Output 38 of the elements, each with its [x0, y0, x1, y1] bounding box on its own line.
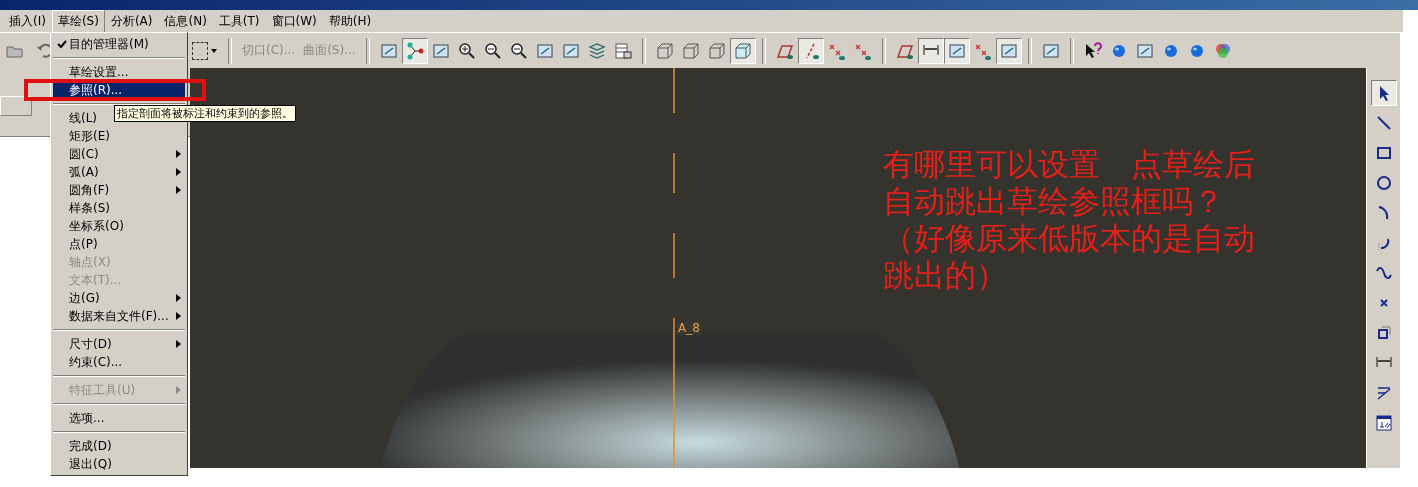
menu-item[interactable]: 约束(C)...	[53, 353, 185, 371]
menu-item[interactable]: 圆(C)	[53, 145, 185, 163]
refit-icon	[508, 40, 529, 61]
panel-button[interactable]	[0, 96, 32, 116]
menu-item[interactable]: 边(G)	[53, 289, 185, 307]
menu-item[interactable]: 退出(Q)	[53, 455, 185, 473]
menu-item[interactable]: 窗口(W)	[265, 9, 323, 33]
menu-item[interactable]: 数据来自文件(F)...	[53, 307, 185, 325]
layers-icon	[586, 40, 607, 61]
shaded-cube-icon	[732, 40, 753, 61]
menu-item[interactable]: 弧(A)	[53, 163, 185, 181]
constraint-icon	[1373, 413, 1394, 433]
hidden-line-cube-icon	[680, 40, 701, 61]
zoom-in-icon	[456, 40, 477, 61]
menu-item[interactable]: 尺寸(D)	[53, 335, 185, 353]
no-hidden-cube-icon	[706, 40, 727, 61]
menu-item[interactable]: 帮助(H)	[322, 9, 378, 33]
wireframe-cube-icon	[654, 40, 675, 61]
menu-item[interactable]: 目的管理器(M)	[53, 35, 185, 53]
table-icon	[612, 40, 633, 61]
toolbar-button[interactable]	[917, 37, 944, 64]
menu-item[interactable]: 坐标系(O)	[53, 217, 185, 235]
annotation-text: 有哪里可以设置 点草绘后 自动跳出草绘参照框吗？ （好像原来低版本的是自动 跳出的）	[883, 146, 1255, 294]
menu-item[interactable]: 点(P)	[53, 235, 185, 253]
menu-item[interactable]: 选项...	[53, 409, 185, 427]
axis-label: A_8	[676, 321, 702, 335]
menu-item[interactable]: 样条(S)	[53, 199, 185, 217]
tooltip: 指定剖面将被标注和约束到的参照。	[114, 105, 296, 122]
menu-item[interactable]: 圆角(F)	[53, 181, 185, 199]
menu-item[interactable]: 矩形(E)	[53, 127, 185, 145]
menu-item[interactable]: 分析(A)	[104, 9, 159, 33]
menu-item[interactable]: 工具(T)	[212, 9, 266, 33]
menu-item[interactable]: 草绘设置...	[53, 63, 185, 81]
menu-item[interactable]: 插入(I)	[3, 9, 52, 33]
menu-item[interactable]: 完成(D)	[53, 437, 185, 455]
sketch-tool-button[interactable]	[1370, 80, 1397, 106]
zoom-out-icon	[482, 40, 503, 61]
menu-item[interactable]: 信息(N)	[158, 9, 213, 33]
